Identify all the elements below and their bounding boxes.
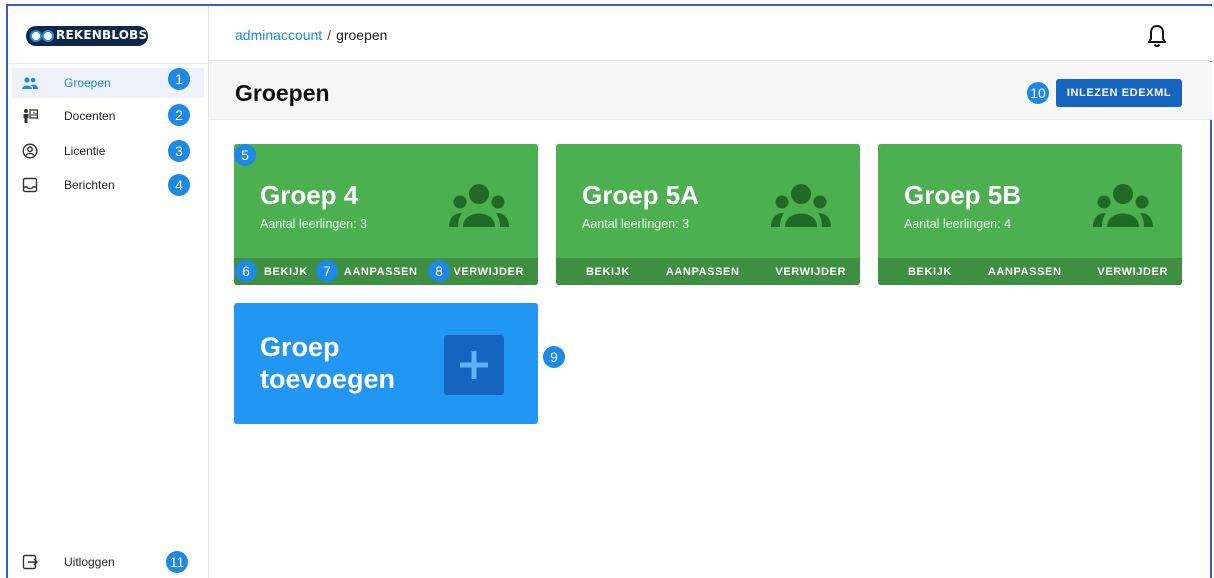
edit-group-button[interactable]: AANPASSEN [988,266,1062,278]
group-name: Groep 5B [904,180,1022,210]
edit-group-button[interactable]: AANPASSEN [666,266,740,278]
teacher-icon [21,107,39,125]
logout-label: Uitloggen [64,555,115,569]
card-actions-bar: BEKIJK AANPASSEN VERWIJDER [556,258,860,285]
breadcrumb-current: groepen [336,27,388,43]
annotation-badge: 4 [168,174,190,196]
sidebar-divider [8,63,208,64]
group-card[interactable]: Groep 4 Aantal leerlingen: 3 BEKIJK AANP… [234,144,538,285]
group-name: Groep 5A [582,180,700,210]
logo-eye-icon [30,30,42,42]
logo-text: REKENBLOBS [56,28,148,42]
topbar: adminaccount / groepen [209,6,1212,61]
group-icon [766,182,836,230]
card-actions-bar: BEKIJK AANPASSEN VERWIJDER [878,258,1182,285]
annotation-badge: 11 [166,551,188,573]
import-edexml-button[interactable]: INLEZEN EDEXML [1056,79,1182,107]
delete-group-button[interactable]: VERWIJDER [453,266,524,278]
app-logo[interactable]: REKENBLOBS [26,26,148,46]
annotation-badge: 5 [234,144,256,166]
inbox-icon [21,176,39,194]
annotation-badge: 9 [543,346,565,368]
sidebar-item-label: Licentie [64,144,106,158]
app-window: REKENBLOBS Groepen Docenten Licentie Ber… [6,4,1212,578]
sidebar-item-label: Berichten [64,178,115,192]
sidebar-item-label: Groepen [64,76,111,90]
breadcrumb-link-account[interactable]: adminaccount [235,27,322,43]
account-circle-icon [21,142,39,160]
breadcrumb: adminaccount / groepen [235,27,387,43]
notification-bell-icon[interactable] [1146,24,1168,48]
view-group-button[interactable]: BEKIJK [586,266,630,278]
group-card[interactable]: Groep 5A Aantal leerlingen: 3 BEKIJK AAN… [556,144,860,285]
group-student-count: Aantal leerlingen: 4 [904,217,1012,231]
group-name: Groep 4 [260,180,359,210]
page-title: Groepen [235,80,330,106]
delete-group-button[interactable]: VERWIJDER [775,266,846,278]
card-actions-bar: BEKIJK AANPASSEN VERWIJDER [234,258,538,285]
group-icon [1088,182,1158,230]
page-header: Groepen 10 INLEZEN EDEXML [209,62,1212,120]
group-student-count: Aantal leerlingen: 3 [582,217,690,231]
view-group-button[interactable]: BEKIJK [908,266,952,278]
breadcrumb-separator: / [327,27,332,43]
edit-group-button[interactable]: AANPASSEN [344,266,418,278]
sidebar-item-label: Docenten [64,109,116,123]
sidebar: REKENBLOBS Groepen Docenten Licentie Ber… [8,6,209,578]
group-icon [444,182,514,230]
annotation-badge: 6 [235,260,257,282]
delete-group-button[interactable]: VERWIJDER [1097,266,1168,278]
view-group-button[interactable]: BEKIJK [264,266,308,278]
annotation-badge: 8 [428,260,450,282]
add-group-label: Groep toevoegen [260,332,396,394]
annotation-badge: 1 [168,68,190,90]
group-student-count: Aantal leerlingen: 3 [260,217,368,231]
group-card[interactable]: Groep 5B Aantal leerlingen: 4 BEKIJK AAN… [878,144,1182,285]
annotation-badge: 2 [168,104,190,126]
logo-eye-icon [42,30,54,42]
add-group-card[interactable]: Groep toevoegen [234,303,538,424]
annotation-badge: 10 [1027,82,1049,104]
people-icon [21,74,39,92]
plus-icon [444,335,504,395]
annotation-badge: 7 [316,260,338,282]
annotation-badge: 3 [168,140,190,162]
logout-icon [21,553,39,571]
